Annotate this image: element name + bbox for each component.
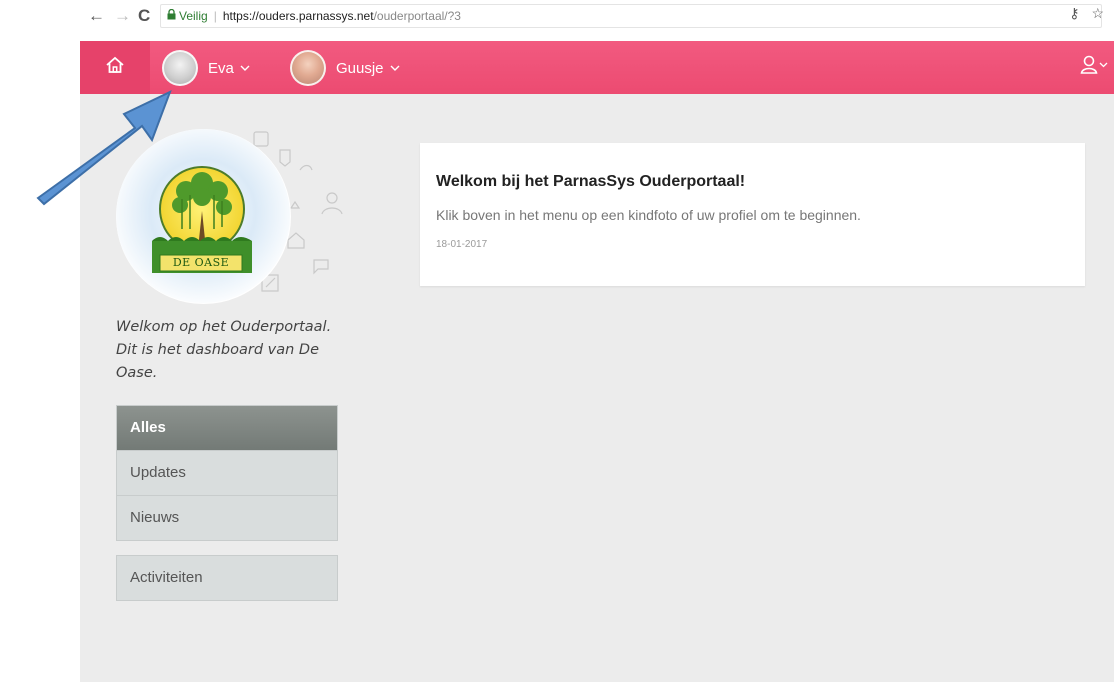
reload-button[interactable]: C	[138, 6, 150, 26]
menu-group-feed: Alles Updates Nieuws	[116, 405, 338, 541]
browser-toolbar: ← → C Veilig | https://ouders.parnassys.ne…	[80, 0, 1114, 38]
menu-group-activities: Activiteiten	[116, 555, 338, 601]
child-name: Eva	[208, 59, 234, 77]
card-body: Klik boven in het menu op een kindfoto o…	[436, 207, 861, 223]
key-icon[interactable]: ⚷	[1069, 5, 1079, 21]
profile-menu-button[interactable]	[1074, 51, 1114, 83]
address-bar[interactable]: Veilig | https://ouders.parnassys.net/oude…	[160, 4, 1102, 28]
chevron-down-icon	[390, 62, 400, 74]
card-title: Welkom bij het ParnasSys Ouderportaal!	[436, 173, 746, 190]
child-menu-guusje[interactable]: Guusje	[290, 50, 400, 86]
child-name: Guusje	[336, 59, 384, 77]
welcome-text: Welkom op het Ouderportaal. Dit is het d…	[116, 319, 332, 381]
back-button[interactable]: ←	[88, 6, 105, 26]
sidebar-menu: Alles Updates Nieuws Activiteiten	[116, 405, 338, 615]
secure-label: Veilig	[179, 9, 208, 23]
url-path: /ouderportaal/?3	[373, 9, 461, 23]
logo-text: DE OASE	[172, 256, 230, 269]
user-icon	[1080, 55, 1108, 80]
annotation-arrow	[36, 90, 172, 206]
star-icon[interactable]: ☆	[1091, 5, 1104, 21]
sidebar-item-nieuws[interactable]: Nieuws	[117, 495, 337, 540]
sidebar-item-updates[interactable]: Updates	[117, 450, 337, 495]
forward-button[interactable]: →	[114, 6, 131, 26]
card-date: 18-01-2017	[436, 239, 488, 250]
sidebar-item-activiteiten[interactable]: Activiteiten	[117, 556, 337, 600]
home-icon	[105, 56, 125, 79]
chevron-down-icon	[240, 62, 250, 74]
browser-actions: ⚷ ☆	[1061, 5, 1104, 22]
url-separator: |	[213, 9, 217, 23]
lock-icon	[167, 6, 176, 28]
welcome-card: Welkom bij het ParnasSys Ouderportaal! K…	[420, 143, 1085, 286]
url-host: https://ouders.parnassys.net	[222, 9, 374, 23]
avatar	[290, 50, 326, 86]
app-header: Eva Guusje	[80, 41, 1114, 94]
sidebar-item-alles[interactable]: Alles	[117, 406, 337, 450]
